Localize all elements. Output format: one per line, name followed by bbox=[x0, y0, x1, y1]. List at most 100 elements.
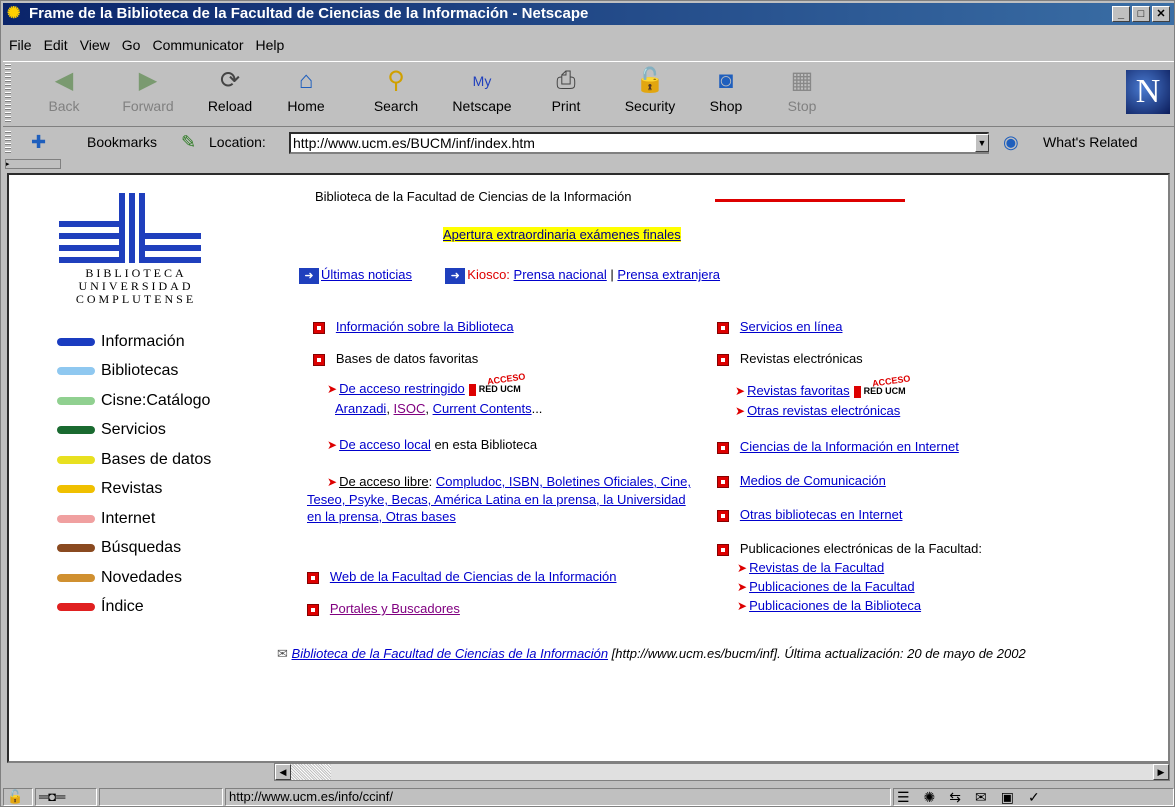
print-button[interactable]: ⎙ Print bbox=[533, 66, 599, 114]
sidebar-item-revistas[interactable]: Revistas bbox=[57, 475, 211, 505]
sidebar-item-internet[interactable]: Internet bbox=[57, 504, 211, 534]
acceso-red-ucm-badge: ACCESO RED UCM bbox=[853, 373, 916, 400]
isoc-link[interactable]: ISOC bbox=[394, 401, 426, 416]
netscape-app-icon: ✺ bbox=[7, 5, 21, 22]
revistas-favoritas-link[interactable]: Revistas favoritas bbox=[747, 383, 850, 398]
location-grip[interactable] bbox=[5, 131, 11, 155]
nav-bar-icon bbox=[57, 603, 95, 612]
menu-go[interactable]: Go bbox=[116, 37, 147, 57]
shop-button[interactable]: ◙ Shop bbox=[693, 66, 759, 114]
nav-bar-icon bbox=[57, 396, 95, 405]
sidebar-item-servicios[interactable]: Servicios bbox=[57, 416, 211, 446]
aranzadi-link[interactable]: Aranzadi bbox=[335, 401, 386, 416]
toolbar-grip[interactable] bbox=[5, 64, 11, 124]
menu-file[interactable]: File bbox=[3, 37, 38, 57]
home-button[interactable]: ⌂ Home bbox=[273, 66, 339, 114]
menu-help[interactable]: Help bbox=[250, 37, 291, 57]
security-button[interactable]: 🔓 Security bbox=[617, 66, 683, 114]
prensa-nacional-link[interactable]: Prensa nacional bbox=[514, 267, 607, 282]
arrow-icon: ➤ bbox=[735, 384, 746, 398]
sidebar-item-informacion[interactable]: Información bbox=[57, 327, 211, 357]
forward-arrow-icon: ▶ bbox=[138, 67, 158, 94]
reload-icon: ⟳ bbox=[219, 67, 241, 94]
title-bar: ✺ Frame de la Biblioteca de la Facultad … bbox=[3, 3, 1174, 25]
search-button[interactable]: ⚲ Search bbox=[363, 66, 429, 114]
list-item: ➤ De acceso restringido ACCESO RED UCM bbox=[327, 371, 531, 398]
shop-icon: ◙ bbox=[718, 67, 734, 94]
pub-biblioteca-link[interactable]: Publicaciones de la Biblioteca bbox=[749, 598, 921, 613]
acceso-red-ucm-badge: ACCESO RED UCM bbox=[468, 371, 531, 398]
scroll-thumb[interactable] bbox=[291, 764, 331, 780]
whats-related-button[interactable]: What's Related bbox=[1043, 134, 1138, 150]
stop-button[interactable]: ▦ Stop bbox=[769, 66, 835, 114]
window-title: Frame de la Biblioteca de la Facultad de… bbox=[29, 5, 589, 22]
prensa-extranjera-link[interactable]: Prensa extranjera bbox=[617, 267, 720, 282]
collapsed-toolbar-tab[interactable]: ▸ bbox=[5, 159, 61, 169]
footer-link[interactable]: Biblioteca de la Facultad de Ciencias de… bbox=[292, 646, 609, 661]
back-button[interactable]: ◀ Back bbox=[31, 66, 97, 114]
sidebar-item-busquedas[interactable]: Búsquedas bbox=[57, 534, 211, 564]
maximize-button[interactable]: □ bbox=[1132, 6, 1150, 22]
list-item: ➤ De acceso local en esta Biblioteca bbox=[327, 437, 538, 452]
location-dropdown-button[interactable]: ▼ bbox=[975, 134, 989, 152]
sidebar-item-novedades[interactable]: Novedades bbox=[57, 563, 211, 593]
netscape-icon: My bbox=[472, 73, 492, 89]
location-input[interactable]: http://www.ucm.es/BUCM/inf/index.htm bbox=[289, 132, 989, 154]
list-item: ➤ Revistas favoritas ACCESO RED UCM bbox=[735, 373, 916, 400]
servicios-link[interactable]: Servicios en línea bbox=[740, 319, 843, 334]
bases-heading: Bases de datos favoritas bbox=[335, 351, 479, 366]
list-item: Medios de Comunicación bbox=[717, 473, 886, 488]
sidebar-item-cisne[interactable]: Cisne:Catálogo bbox=[57, 386, 211, 416]
list-item: ➤ Revistas de la Facultad bbox=[737, 560, 884, 575]
web-facultad-link[interactable]: Web de la Facultad de Ciencias de la Inf… bbox=[330, 569, 617, 584]
close-button[interactable]: ✕ bbox=[1152, 6, 1170, 22]
ciencias-internet-link[interactable]: Ciencias de la Información en Internet bbox=[740, 439, 959, 454]
medios-link[interactable]: Medios de Comunicación bbox=[740, 473, 886, 488]
scroll-right-button[interactable]: ▶ bbox=[1153, 764, 1169, 780]
minimize-button[interactable]: _ bbox=[1112, 6, 1130, 22]
acceso-local-link[interactable]: De acceso local bbox=[339, 437, 431, 452]
current-contents-link[interactable]: Current Contents bbox=[433, 401, 532, 416]
pub-facultad-link[interactable]: Publicaciones de la Facultad bbox=[749, 579, 915, 594]
bullet-icon bbox=[313, 321, 325, 334]
horizontal-scrollbar[interactable]: ◀ ▶ bbox=[274, 763, 1170, 781]
component-bar[interactable]: ☰✺⇆✉▣✓ bbox=[893, 788, 1174, 806]
list-item: ➤ Publicaciones de la Biblioteca bbox=[737, 598, 921, 613]
menu-communicator[interactable]: Communicator bbox=[146, 37, 249, 57]
pub-revistas-link[interactable]: Revistas de la Facultad bbox=[749, 560, 884, 575]
scroll-left-button[interactable]: ◀ bbox=[275, 764, 291, 780]
forward-button[interactable]: ▶ Forward bbox=[115, 66, 181, 114]
restringido-link[interactable]: De acceso restringido bbox=[339, 381, 465, 396]
sidebar-item-bases[interactable]: Bases de datos bbox=[57, 445, 211, 475]
nav-bar-icon bbox=[57, 455, 95, 464]
list-item: Información sobre la Biblioteca bbox=[313, 319, 514, 334]
portales-link[interactable]: Portales y Buscadores bbox=[330, 601, 460, 616]
libre-label: De acceso libre bbox=[339, 474, 429, 489]
nav-bar-icon bbox=[57, 544, 95, 553]
sidebar-item-bibliotecas[interactable]: Bibliotecas bbox=[57, 357, 211, 387]
menu-edit[interactable]: Edit bbox=[38, 37, 74, 57]
news-link[interactable]: Últimas noticias bbox=[321, 267, 412, 282]
bullet-icon bbox=[717, 321, 729, 334]
bullet-icon bbox=[717, 475, 729, 488]
info-biblioteca-link[interactable]: Información sobre la Biblioteca bbox=[336, 319, 514, 334]
otras-bibliotecas-link[interactable]: Otras bibliotecas en Internet bbox=[740, 507, 903, 522]
netscape-logo[interactable]: N bbox=[1126, 70, 1170, 114]
sidebar-item-indice[interactable]: Índice bbox=[57, 593, 211, 623]
otras-revistas-link[interactable]: Otras revistas electrónicas bbox=[747, 403, 900, 418]
list-item: Bases de datos favoritas bbox=[313, 351, 478, 366]
list-item: Ciencias de la Información en Internet bbox=[717, 439, 959, 454]
list-item: ➤ De acceso libre: Compludoc, ISBN, Bolet… bbox=[307, 474, 691, 524]
highlight-link[interactable]: Apertura extraordinaria exámenes finales bbox=[443, 227, 681, 242]
back-arrow-icon: ◀ bbox=[54, 67, 74, 94]
arrow-icon: ➤ bbox=[327, 382, 338, 396]
nav-bar-icon bbox=[57, 337, 95, 346]
netscape-button[interactable]: My Netscape bbox=[449, 66, 515, 114]
lock-icon: 🔓 bbox=[635, 67, 665, 94]
bookmarks-button[interactable]: Bookmarks bbox=[87, 134, 157, 150]
location-toolbar: ✚ Bookmarks ✎ Location: http://www.ucm.e… bbox=[3, 129, 1174, 157]
security-status-icon[interactable]: 🔓 bbox=[3, 788, 33, 806]
menu-view[interactable]: View bbox=[74, 37, 116, 57]
reload-button[interactable]: ⟳ Reload bbox=[197, 66, 263, 114]
location-label: Location: bbox=[209, 134, 266, 150]
